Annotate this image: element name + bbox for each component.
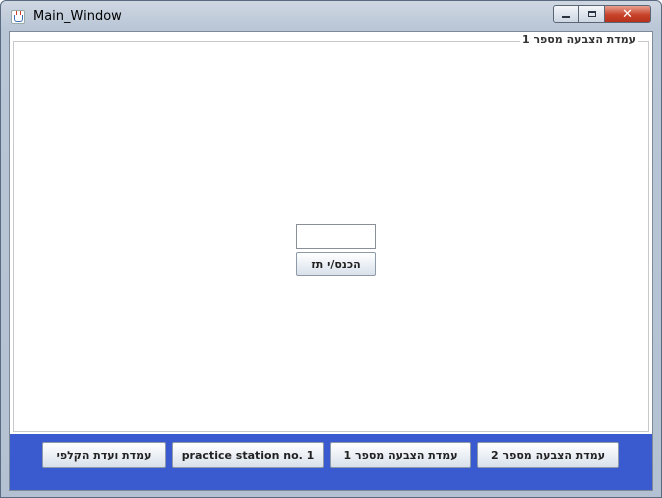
enter-id-button[interactable]: הכנס/י תז [296,252,376,276]
id-input[interactable] [296,224,376,249]
voting-station-2-button[interactable]: עמדת הצבעה מספר 2 [477,442,619,468]
station-nav-bar: עמדת ועדת הקלפי practice station no. 1 ע… [10,434,652,490]
committee-station-button[interactable]: עמדת ועדת הקלפי [42,442,166,468]
close-icon: ✕ [622,6,633,22]
practice-station-button[interactable]: practice station no. 1 [172,442,324,468]
window-controls: ✕ [553,5,651,23]
maximize-button[interactable] [579,5,605,23]
voting-station-1-button[interactable]: עמדת הצבעה מספר 1 [330,442,471,468]
client-area: עמדת הצבעה מספר 1 הכנס/י תז עמדת ועדת הק… [9,31,653,491]
window-title: Main_Window [33,9,122,24]
java-icon [11,10,25,24]
close-button[interactable]: ✕ [605,5,651,23]
main-window: Main_Window ✕ עמדת הצבעה מספר 1 הכנס/י ת… [0,0,662,498]
voting-station-panel: עמדת הצבעה מספר 1 הכנס/י תז [13,33,649,432]
title-bar[interactable]: Main_Window ✕ [1,1,661,31]
maximize-icon [587,11,596,17]
minimize-button[interactable] [553,5,579,23]
minimize-icon [562,16,570,18]
panel-title: עמדת הצבעה מספר 1 [519,33,638,46]
